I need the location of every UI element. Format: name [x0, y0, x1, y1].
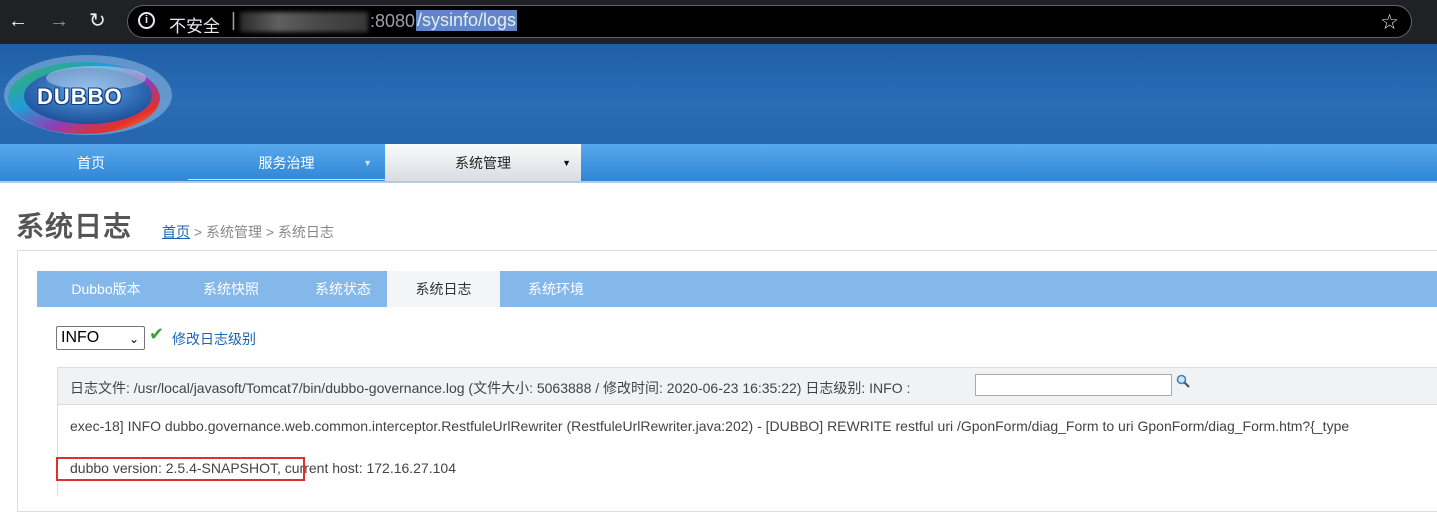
log-info-bar: 日志文件: /usr/local/javasoft/Tomcat7/bin/du…: [57, 367, 1437, 405]
log-content: exec-18] INFO dubbo.governance.web.commo…: [57, 405, 1437, 495]
modify-log-level-link[interactable]: 修改日志级别: [172, 329, 256, 349]
blurred-host: [240, 12, 368, 32]
breadcrumb-home-link[interactable]: 首页: [162, 224, 190, 240]
sysinfo-tabs: Dubbo版本 系统快照 系统状态 系统日志 系统环境: [37, 271, 1437, 307]
nav-home-label: 首页: [77, 155, 105, 171]
url-path: /sysinfo/logs: [416, 10, 518, 31]
bookmark-star-icon[interactable]: ☆: [1380, 10, 1399, 35]
browser-toolbar: ← → ↻ i 不安全 | :8080 /sysinfo/logs ☆: [0, 0, 1437, 44]
logo-text: DUBBO: [37, 84, 123, 109]
nav-sys-label: 系统管理: [455, 155, 511, 171]
log-level-value: INFO: [61, 329, 100, 346]
forward-arrow-icon[interactable]: →: [49, 10, 69, 32]
tab-system-snapshot[interactable]: 系统快照: [175, 271, 287, 307]
tab-system-environment[interactable]: 系统环境: [500, 271, 612, 307]
info-icon[interactable]: i: [138, 12, 155, 29]
nav-service-governance[interactable]: 服务治理 ▼: [188, 144, 385, 181]
tab-dubbo-version[interactable]: Dubbo版本: [37, 271, 175, 307]
log-level-select[interactable]: INFO ⌄: [56, 326, 145, 350]
check-icon: ✔: [149, 324, 165, 344]
site-header: DUBBO: [0, 44, 1437, 144]
address-bar[interactable]: i 不安全 | :8080 /sysinfo/logs ☆: [127, 5, 1412, 38]
main-nav: 首页 服务治理 ▼ 系统管理 ▼: [0, 144, 1437, 183]
log-filter-input[interactable]: [975, 374, 1172, 396]
reload-icon[interactable]: ↻: [89, 10, 106, 32]
tab-system-status[interactable]: 系统状态: [287, 271, 399, 307]
nav-service-label: 服务治理: [258, 155, 315, 171]
insecure-label: 不安全: [169, 17, 220, 36]
tab-system-logs[interactable]: 系统日志: [387, 271, 500, 307]
chevron-down-icon: ▼: [562, 158, 571, 168]
back-arrow-icon[interactable]: ←: [8, 10, 28, 32]
search-icon[interactable]: [1176, 374, 1190, 388]
log-file-info: 日志文件: /usr/local/javasoft/Tomcat7/bin/du…: [70, 380, 911, 396]
chevron-down-icon: ▼: [363, 158, 372, 168]
red-highlight-box: [56, 457, 305, 481]
nav-home[interactable]: 首页: [0, 144, 182, 181]
nav-system-management[interactable]: 系统管理 ▼: [385, 144, 581, 181]
breadcrumb: 首页 > 系统管理 > 系统日志: [162, 222, 334, 242]
url-port: :8080: [370, 11, 416, 31]
url-separator: |: [231, 10, 236, 31]
log-line: exec-18] INFO dubbo.governance.web.commo…: [70, 418, 1350, 434]
chevron-down-icon: ⌄: [128, 332, 139, 346]
breadcrumb-path: > 系统管理 > 系统日志: [190, 224, 334, 240]
page-title: 系统日志: [16, 211, 133, 242]
